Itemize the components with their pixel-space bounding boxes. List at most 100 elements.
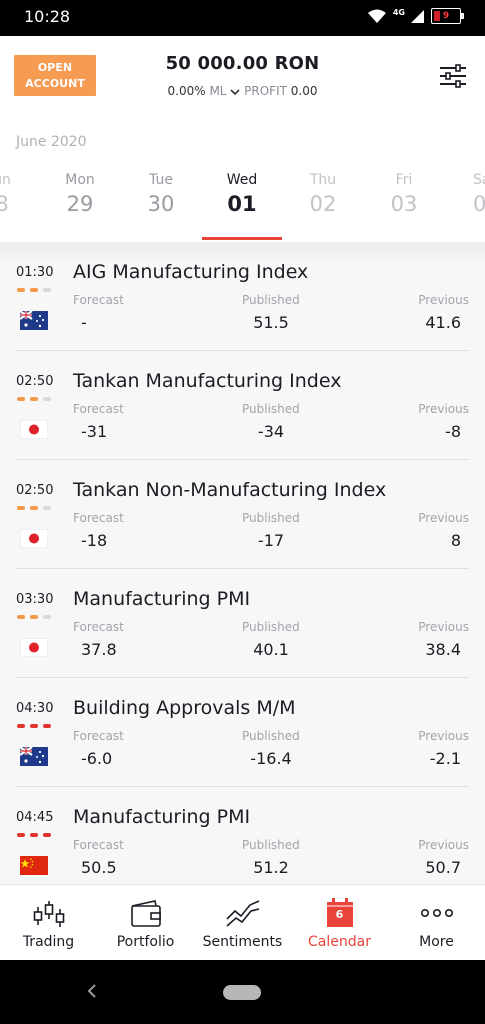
forecast-value: - xyxy=(81,313,87,332)
day-sun[interactable]: un 8 xyxy=(0,172,42,216)
previous-label: Previous xyxy=(418,511,469,525)
account-balance: 50 000.00 RON xyxy=(165,53,320,74)
published-label: Published xyxy=(242,293,300,307)
nav-label: More xyxy=(419,934,454,950)
margin-profit-row[interactable]: 0.00% ML PROFIT 0.00 xyxy=(0,84,485,98)
published-value: -16.4 xyxy=(250,749,292,768)
day-name: Mon xyxy=(65,172,95,188)
previous-label: Previous xyxy=(418,620,469,634)
event-row[interactable]: 02:50 Tankan Manufacturing Index Forecas… xyxy=(0,351,485,460)
published-value: -34 xyxy=(257,422,285,441)
published-value: 40.1 xyxy=(253,640,289,659)
event-title: Manufacturing PMI xyxy=(73,806,251,828)
forecast-label: Forecast xyxy=(73,293,124,307)
nav-sentiments[interactable]: Sentiments xyxy=(194,885,291,961)
event-title: Building Approvals M/M xyxy=(73,697,296,719)
previous-value: 38.4 xyxy=(425,640,461,659)
forecast-value: -18 xyxy=(81,531,108,550)
profit-value: 0.00 xyxy=(290,84,318,98)
forecast-label: Forecast xyxy=(73,402,124,416)
forecast-value: 50.5 xyxy=(81,858,117,877)
impact-indicator xyxy=(17,506,51,510)
month-label: June 2020 xyxy=(16,134,87,150)
event-time: 04:45 xyxy=(16,810,54,825)
day-selector: un 8 Mon 29 Tue 30 Wed 01 Thu 02 Fri 03 … xyxy=(0,172,485,244)
wifi-icon xyxy=(367,9,386,23)
day-number: 8 xyxy=(0,192,9,216)
forecast-label: Forecast xyxy=(73,620,124,634)
chevron-down-icon xyxy=(230,88,240,95)
event-row[interactable]: 04:30 Building Approvals M/M Forecast Pu… xyxy=(0,678,485,787)
published-label: Published xyxy=(242,511,300,525)
day-name: Tue xyxy=(149,172,173,188)
sliders-icon[interactable] xyxy=(439,64,467,88)
day-name: Sa xyxy=(473,172,485,188)
events-list[interactable]: 01:30 AIG Manufacturing Index Forecast P… xyxy=(0,242,485,884)
published-label: Published xyxy=(242,838,300,852)
event-title: Tankan Manufacturing Index xyxy=(73,370,342,392)
forecast-label: Forecast xyxy=(73,511,124,525)
day-name: Fri xyxy=(395,172,413,188)
previous-value: -8 xyxy=(445,422,461,441)
day-tue[interactable]: Tue 30 xyxy=(121,172,201,216)
nav-label: Portfolio xyxy=(116,934,175,950)
event-row[interactable]: 01:30 AIG Manufacturing Index Forecast P… xyxy=(0,242,485,351)
forecast-value: -6.0 xyxy=(81,749,113,768)
nav-label: Sentiments xyxy=(202,934,283,950)
forecast-label: Forecast xyxy=(73,838,124,852)
event-title: AIG Manufacturing Index xyxy=(73,261,309,283)
impact-indicator xyxy=(17,288,51,292)
previous-value: -2.1 xyxy=(429,749,461,768)
day-wed[interactable]: Wed 01 xyxy=(202,172,282,216)
nav-portfolio[interactable]: Portfolio xyxy=(97,885,194,961)
nav-label: Trading xyxy=(22,934,75,950)
day-number: 29 xyxy=(66,192,94,216)
day-mon[interactable]: Mon 29 xyxy=(40,172,120,216)
status-time: 10:28 xyxy=(24,7,71,26)
home-pill[interactable] xyxy=(223,985,261,1000)
australia-flag-icon xyxy=(20,311,48,330)
trend-lines-icon xyxy=(225,900,259,927)
day-number: 02 xyxy=(309,192,337,216)
more-dots-icon xyxy=(420,909,453,918)
nav-more[interactable]: More xyxy=(388,885,485,961)
published-label: Published xyxy=(242,729,300,743)
ml-label: ML xyxy=(209,84,227,98)
forecast-value: 37.8 xyxy=(81,640,117,659)
day-number: 03 xyxy=(390,192,418,216)
event-row[interactable]: 02:50 Tankan Non-Manufacturing Index For… xyxy=(0,460,485,569)
impact-indicator xyxy=(17,397,51,401)
event-time: 02:50 xyxy=(16,483,54,498)
nav-trading[interactable]: Trading xyxy=(0,885,97,961)
calendar-badge: 6 xyxy=(335,908,344,921)
impact-indicator xyxy=(17,833,51,837)
event-row[interactable]: 03:30 Manufacturing PMI Forecast Publish… xyxy=(0,569,485,678)
back-icon[interactable] xyxy=(86,982,98,1000)
published-label: Published xyxy=(242,620,300,634)
status-icons: 4G 9 xyxy=(367,8,464,24)
day-thu[interactable]: Thu 02 xyxy=(283,172,363,216)
app-header: OPEN ACCOUNT 50 000.00 RON 0.00% ML PROF… xyxy=(0,36,485,118)
day-sat[interactable]: Sa 0 xyxy=(445,172,485,216)
previous-label: Previous xyxy=(418,402,469,416)
day-number: 0 xyxy=(473,192,485,216)
nav-label: Calendar xyxy=(308,934,371,950)
nav-calendar[interactable]: 6 Calendar xyxy=(291,885,388,961)
event-row[interactable]: 04:45 Manufacturing PMI Forecast Publish… xyxy=(0,787,485,884)
previous-label: Previous xyxy=(418,729,469,743)
day-number: 30 xyxy=(147,192,175,216)
day-fri[interactable]: Fri 03 xyxy=(364,172,444,216)
wallet-icon xyxy=(130,900,161,927)
event-time: 03:30 xyxy=(16,592,54,607)
event-time: 02:50 xyxy=(16,374,54,389)
event-time: 01:30 xyxy=(16,265,54,280)
candlestick-icon xyxy=(33,901,64,927)
network-type: 4G xyxy=(392,8,405,17)
previous-value: 50.7 xyxy=(425,858,461,877)
japan-flag-icon xyxy=(20,420,48,439)
published-value: 51.2 xyxy=(253,858,289,877)
published-value: 51.5 xyxy=(253,313,289,332)
previous-value: 8 xyxy=(450,531,461,550)
profit-label: PROFIT xyxy=(244,84,287,98)
impact-indicator xyxy=(17,724,51,728)
